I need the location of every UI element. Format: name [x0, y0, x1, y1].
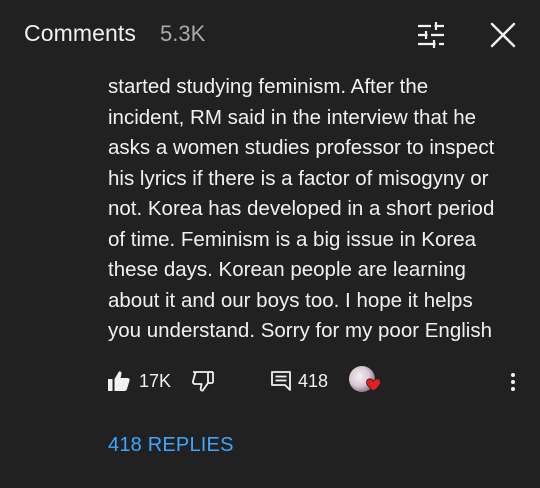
thumbs-up-filled-icon: [108, 371, 130, 391]
reply-count: 418: [298, 371, 329, 391]
view-replies-link[interactable]: 418 REPLIES: [108, 434, 234, 457]
thumbs-down-icon: [192, 371, 214, 392]
comments-panel: Comments 5.3K started studying feminism.…: [0, 0, 540, 488]
comment-body: started studying feminism. After the inc…: [108, 75, 495, 342]
sort-sliders-icon: [418, 22, 444, 48]
reply-button[interactable]: [270, 369, 292, 393]
reply-comment-icon: [271, 371, 291, 391]
like-count: 17K: [139, 371, 172, 391]
more-vertical-icon: [511, 373, 515, 391]
dislike-button[interactable]: [190, 368, 216, 394]
close-button[interactable]: [486, 18, 520, 52]
header-title: Comments: [24, 20, 136, 46]
close-icon: [490, 22, 516, 48]
comment-count: 5.3K: [160, 21, 206, 46]
creator-heart-icon: [366, 378, 381, 392]
more-options-button[interactable]: [502, 368, 524, 396]
like-button[interactable]: [106, 368, 132, 394]
sort-button[interactable]: [414, 18, 448, 52]
comments-header: Comments 5.3K: [0, 0, 540, 68]
comment-actions: 17K 418: [0, 362, 540, 402]
